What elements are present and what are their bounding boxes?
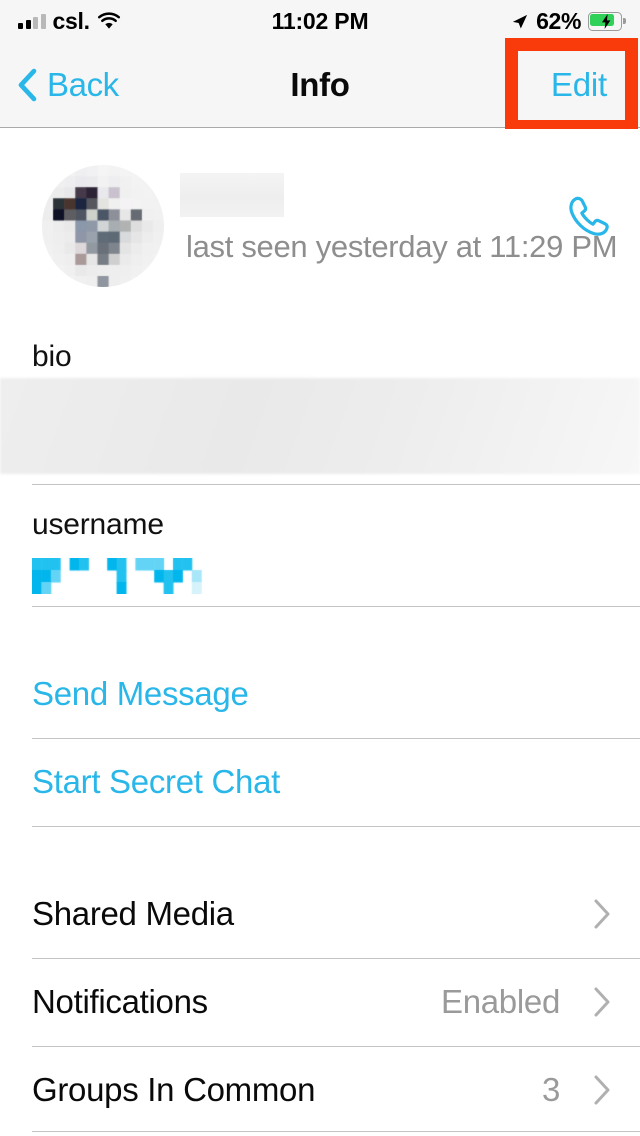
bio-label: bio bbox=[32, 340, 72, 373]
avatar[interactable] bbox=[42, 165, 164, 287]
send-message-label: Send Message bbox=[32, 675, 249, 712]
send-message-button[interactable]: Send Message bbox=[0, 650, 640, 738]
phone-icon bbox=[559, 190, 615, 251]
start-secret-chat-button[interactable]: Start Secret Chat bbox=[0, 738, 640, 826]
battery-percent-label: 62% bbox=[536, 7, 581, 34]
page-title: Info bbox=[290, 66, 350, 103]
start-secret-chat-label: Start Secret Chat bbox=[32, 763, 281, 800]
chevron-right-icon bbox=[592, 986, 612, 1018]
notifications-row[interactable]: Notifications Enabled bbox=[0, 958, 640, 1046]
call-button[interactable] bbox=[556, 189, 618, 251]
separator bbox=[32, 484, 640, 485]
notifications-label: Notifications bbox=[32, 983, 208, 1020]
location-arrow-icon bbox=[510, 12, 529, 31]
groups-in-common-label: Groups In Common bbox=[32, 1071, 316, 1108]
status-bar: csl. 11:02 PM 62% bbox=[0, 0, 640, 42]
groups-in-common-value: 3 bbox=[541, 1071, 560, 1108]
username-value-redacted bbox=[32, 558, 220, 594]
app-screen: csl. 11:02 PM 62% Back Info Edit last se… bbox=[0, 0, 640, 1136]
notifications-value: Enabled bbox=[440, 983, 560, 1020]
chevron-right-icon bbox=[592, 1074, 612, 1106]
contact-name-redacted bbox=[180, 173, 284, 217]
edit-button[interactable]: Edit bbox=[551, 42, 607, 128]
username-label: username bbox=[32, 508, 164, 541]
last-seen-label: last seen yesterday at 11:29 PM bbox=[186, 229, 618, 264]
chevron-right-icon bbox=[592, 898, 612, 930]
bio-value-redacted bbox=[0, 378, 640, 474]
profile-header: last seen yesterday at 11:29 PM bbox=[0, 129, 640, 325]
clock-label: 11:02 PM bbox=[271, 7, 369, 34]
groups-in-common-row[interactable]: Groups In Common 3 bbox=[0, 1046, 640, 1134]
separator bbox=[32, 826, 640, 827]
separator bbox=[32, 606, 640, 607]
shared-media-row[interactable]: Shared Media bbox=[0, 870, 640, 958]
shared-media-label: Shared Media bbox=[32, 895, 234, 932]
status-bar-right: 62% bbox=[510, 0, 626, 42]
separator bbox=[32, 1131, 640, 1132]
battery-charging-icon bbox=[588, 11, 626, 31]
navigation-bar: Back Info Edit bbox=[0, 42, 640, 128]
